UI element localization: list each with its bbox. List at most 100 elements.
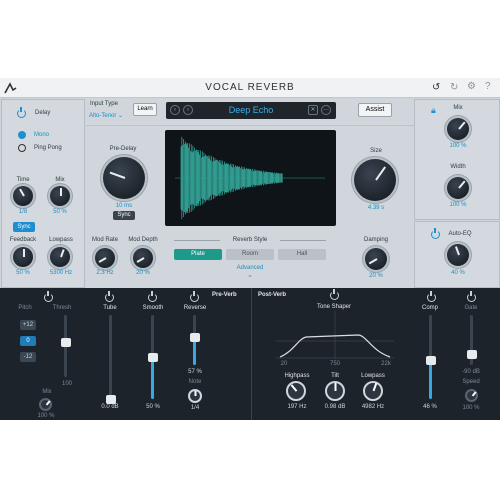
time-knob[interactable] (13, 186, 33, 206)
postverb-title: Post-Verb (258, 292, 287, 298)
width-knob[interactable] (447, 177, 469, 199)
input-type-value: Alto-Tenor (89, 113, 117, 119)
pingpong-radio[interactable] (18, 144, 26, 152)
assist-button[interactable]: Assist (358, 103, 392, 117)
lock-icon[interactable]: 🔒︎ (431, 105, 436, 116)
reverse-power-icon[interactable] (190, 291, 199, 302)
gate-value: -90 dB (462, 369, 480, 375)
waveform-display (165, 130, 336, 226)
premix-knob[interactable] (39, 398, 52, 411)
prev-preset-icon[interactable]: ‹ (170, 105, 180, 115)
section-divider (251, 288, 252, 420)
smooth-slider[interactable] (147, 315, 158, 399)
thresh-label: Thresh (52, 305, 72, 311)
pitch-power-icon[interactable] (44, 291, 53, 302)
delay-power-icon[interactable] (17, 107, 26, 118)
premix-label: Mix (42, 389, 52, 395)
reverse-thumb[interactable] (189, 333, 200, 342)
input-type-dropdown[interactable]: Alto-Tenor ⌄ (89, 112, 123, 119)
gate-power-icon[interactable] (467, 291, 476, 302)
comp-power-icon[interactable] (427, 291, 436, 302)
reverse-slider[interactable] (189, 315, 200, 365)
pitch-minus12-button[interactable]: -12 (20, 352, 36, 362)
mono-radio[interactable] (18, 131, 26, 139)
post-lowpass-label: Lowpass (361, 373, 385, 379)
app-title: VOCAL REVERB (205, 82, 295, 93)
note-value: 1/4 (190, 405, 200, 411)
pitch-zero-button[interactable]: 0 (20, 336, 36, 346)
eq-axis-mid: 750 (329, 361, 340, 367)
redo-icon[interactable]: ↻ (450, 82, 458, 93)
plugin-window: VOCAL REVERB ↺ ↻ ⚙ ? Delay Mono Ping Pon… (0, 78, 500, 420)
note-knob[interactable] (188, 389, 202, 403)
gate-slider[interactable] (466, 315, 477, 365)
size-value: 4.39 s (367, 205, 385, 211)
smooth-thumb[interactable] (147, 353, 158, 362)
style-hall-button[interactable]: Hall (278, 249, 326, 260)
undo-icon[interactable]: ↺ (432, 82, 440, 93)
next-preset-icon[interactable]: › (183, 105, 193, 115)
moddepth-label: Mod Depth (128, 237, 158, 243)
eq-axis-high: 22k (381, 361, 391, 367)
delay-mix-label: Mix (55, 177, 65, 183)
gate-thumb[interactable] (466, 350, 477, 359)
highpass-knob[interactable] (286, 381, 306, 401)
autoeq-knob[interactable] (447, 244, 469, 266)
tube-power-icon[interactable] (105, 291, 114, 302)
tilt-knob[interactable] (325, 381, 345, 401)
predelay-knob[interactable] (103, 157, 145, 199)
lowpass-value: 5300 Hz (49, 270, 73, 276)
delay-sync-button[interactable]: Sync (13, 222, 35, 232)
waveform-graphic (175, 136, 325, 220)
learn-button[interactable]: Learn (133, 103, 157, 116)
chevron-down-icon[interactable]: ⌄ (220, 271, 280, 279)
style-room-button[interactable]: Room (226, 249, 274, 260)
predelay-sync-button[interactable]: Sync (113, 211, 135, 220)
moddepth-value: 20 % (136, 270, 150, 276)
autoeq-power-icon[interactable] (431, 228, 440, 239)
delay-mix-knob[interactable] (50, 186, 70, 206)
preset-name[interactable]: Deep Echo (196, 105, 306, 115)
title-bar: VOCAL REVERB ↺ ↻ ⚙ ? (0, 78, 500, 98)
thresh-thumb[interactable] (60, 338, 71, 347)
feedback-knob[interactable] (13, 247, 33, 267)
moddepth-knob[interactable] (133, 248, 153, 268)
delay-panel: Delay Mono Ping Pong Time 1/8 Sync Mix 5… (1, 99, 85, 288)
pitch-plus12-button[interactable]: +12 (20, 320, 36, 330)
predelay-value: 10 ms (115, 203, 133, 209)
tilt-label: Tilt (331, 373, 339, 379)
delay-label: Delay (35, 110, 51, 116)
pitch-label: Pitch (18, 305, 32, 311)
time-label: Time (16, 177, 30, 183)
damping-knob[interactable] (365, 248, 387, 270)
autoeq-value: 40 % (451, 270, 465, 276)
predelay-label: Pre-Delay (109, 146, 137, 152)
toneshaper-power-icon[interactable] (330, 289, 339, 300)
lowpass-label: Lowpass (49, 237, 73, 243)
width-value: 100 % (449, 202, 467, 208)
smooth-power-icon[interactable] (148, 291, 157, 302)
output-mix-knob[interactable] (447, 118, 469, 140)
time-value: 1/8 (18, 209, 28, 215)
close-icon[interactable]: ✕ (308, 105, 318, 115)
thresh-slider[interactable] (60, 315, 71, 377)
lowpass-knob[interactable] (50, 247, 70, 267)
modrate-knob[interactable] (95, 248, 115, 268)
style-plate-button[interactable]: Plate (174, 249, 222, 260)
gear-icon[interactable]: ⚙ (467, 81, 476, 92)
comp-thumb[interactable] (425, 356, 436, 365)
smooth-value: 50 % (146, 404, 160, 410)
eq-curve-graphic (276, 311, 394, 359)
speed-knob[interactable] (465, 389, 478, 402)
more-icon[interactable]: … (321, 105, 331, 115)
post-lowpass-knob[interactable] (363, 381, 383, 401)
tube-thumb[interactable] (105, 395, 116, 404)
output-mix-value: 100 % (449, 143, 467, 149)
smooth-fill (151, 357, 154, 399)
comp-slider[interactable] (425, 315, 436, 399)
tube-slider[interactable] (105, 315, 116, 404)
help-icon[interactable]: ? (485, 81, 491, 92)
mono-label: Mono (34, 132, 50, 138)
comp-fill (429, 360, 432, 399)
size-knob[interactable] (354, 159, 396, 201)
